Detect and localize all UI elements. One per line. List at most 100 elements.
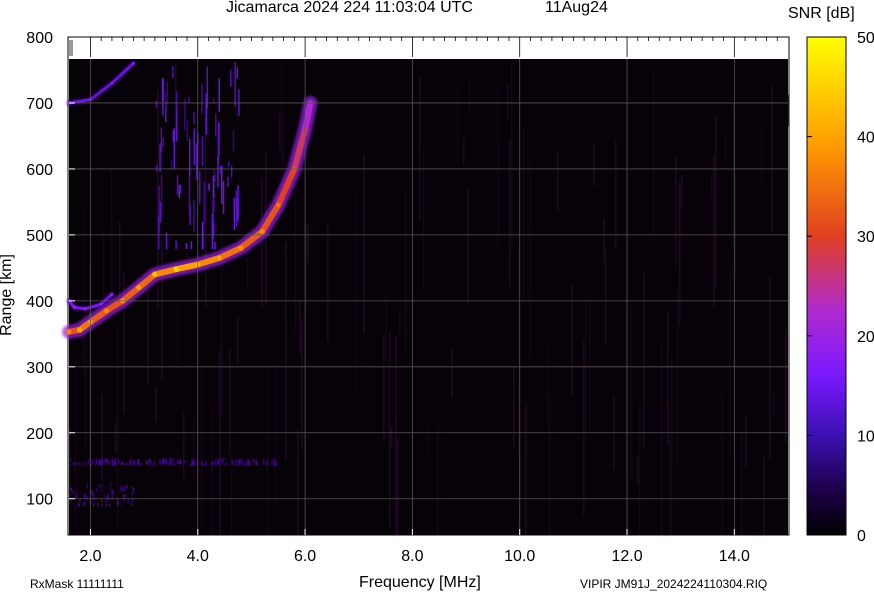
- noise-stripe: [713, 154, 715, 309]
- noise-stripe: [463, 138, 465, 165]
- diffuse-echo-mark: [98, 484, 101, 487]
- echo-trace-point: [66, 329, 72, 335]
- ionogram-chart: 2.0 4.0 6.0 8.0 10.0 12.0 14.0 100200300400500…: [26, 30, 874, 565]
- diffuse-echo-mark: [158, 217, 160, 250]
- noise-stripe: [677, 286, 679, 463]
- colorbar-tick-label: 50: [857, 30, 874, 47]
- noise-stripe: [773, 392, 775, 417]
- diffuse-echo-mark: [97, 459, 99, 463]
- noise-stripe: [451, 346, 453, 398]
- noise-stripe: [405, 191, 407, 355]
- x-tick-label: 10.0: [504, 548, 535, 565]
- colorbar: [806, 36, 847, 536]
- noise-stripe: [297, 429, 299, 535]
- diffuse-echo-mark: [232, 130, 235, 152]
- diffuse-echo-mark: [131, 497, 134, 502]
- diffuse-echo-mark: [75, 492, 78, 498]
- noise-stripe: [237, 317, 239, 365]
- diffuse-echo-mark: [117, 459, 120, 464]
- diffuse-echo-mark: [227, 176, 229, 188]
- echo-trace-point: [110, 292, 114, 296]
- noise-stripe: [509, 139, 511, 288]
- noise-stripe: [75, 359, 77, 531]
- noise-stripe: [735, 174, 737, 276]
- diffuse-echo-mark: [78, 504, 80, 507]
- noise-stripe: [383, 333, 385, 441]
- diffuse-echo-mark: [101, 483, 103, 488]
- noise-stripe: [267, 368, 269, 535]
- y-tick-label: 800: [26, 30, 53, 47]
- noise-stripe: [631, 308, 633, 476]
- diffuse-echo-mark: [72, 491, 75, 494]
- echo-trace-point: [83, 307, 87, 311]
- noise-stripe: [763, 457, 765, 535]
- diffuse-echo-mark: [86, 463, 88, 466]
- echo-trace-point: [77, 327, 83, 333]
- noise-stripe: [603, 218, 605, 264]
- diffuse-echo-mark: [237, 185, 239, 221]
- diffuse-echo-mark: [172, 66, 174, 79]
- noise-stripe: [437, 426, 439, 535]
- diffuse-echo-mark: [126, 462, 128, 466]
- diffuse-echo-mark: [109, 482, 112, 487]
- noise-stripe: [745, 414, 747, 467]
- diffuse-echo-mark: [273, 460, 275, 464]
- diffuse-echo-mark: [230, 69, 232, 87]
- diffuse-echo-mark: [126, 485, 128, 489]
- noise-stripe: [69, 427, 71, 506]
- diffuse-echo-mark: [73, 461, 75, 466]
- noise-stripe: [511, 59, 513, 247]
- colorbar-tick-label: 10: [857, 428, 874, 445]
- diffuse-echo-mark: [160, 127, 163, 153]
- diffuse-echo-mark: [70, 458, 72, 462]
- diffuse-echo-mark: [218, 78, 220, 112]
- noise-stripe: [231, 453, 233, 535]
- noise-stripe: [397, 437, 399, 535]
- noise-stripe: [119, 221, 121, 298]
- diffuse-echo-mark: [91, 491, 94, 497]
- noise-stripe: [201, 366, 203, 527]
- diffuse-echo-mark: [169, 458, 172, 461]
- diffuse-echo-mark: [83, 493, 86, 499]
- y-tick-label: 100: [26, 492, 53, 509]
- diffuse-echo-mark: [91, 498, 94, 503]
- noise-stripe: [593, 142, 595, 187]
- diffuse-echo-mark: [184, 459, 187, 463]
- diffuse-echo-mark: [179, 184, 182, 194]
- diffuse-echo-mark: [109, 460, 111, 466]
- diffuse-echo-mark: [169, 463, 172, 466]
- diffuse-echo-mark: [235, 459, 237, 464]
- diffuse-echo-mark: [84, 461, 87, 465]
- colorbar-tick-label: 20: [857, 329, 874, 346]
- diffuse-echo-mark: [163, 462, 165, 466]
- diffuse-echo-mark: [105, 504, 108, 507]
- diffuse-echo-mark: [162, 78, 164, 102]
- x-tick-label: 6.0: [294, 548, 316, 565]
- diffuse-echo-mark: [200, 460, 202, 464]
- diffuse-echo-mark: [271, 460, 273, 465]
- diffuse-echo-mark: [164, 458, 167, 464]
- diffuse-echo-mark: [222, 458, 224, 463]
- diffuse-echo-mark: [199, 171, 201, 204]
- diffuse-echo-mark: [137, 461, 139, 466]
- diffuse-echo-mark: [124, 494, 127, 498]
- diffuse-echo-mark: [238, 88, 240, 116]
- diffuse-echo-mark: [69, 494, 71, 497]
- noise-stripe: [661, 341, 663, 535]
- noise-stripe: [715, 115, 717, 288]
- diffuse-echo-mark: [219, 461, 222, 465]
- diffuse-echo-mark: [110, 488, 112, 495]
- noise-stripe: [547, 343, 549, 429]
- diffuse-echo-mark: [98, 460, 101, 466]
- diffuse-echo-mark: [155, 100, 158, 109]
- diffuse-echo-mark: [190, 241, 193, 250]
- diffuse-echo-mark: [208, 183, 210, 191]
- noise-stripe: [147, 293, 149, 384]
- diffuse-echo-mark: [175, 91, 178, 112]
- diffuse-echo-mark: [153, 463, 156, 466]
- diffuse-echo-mark: [170, 159, 173, 170]
- diffuse-echo-mark: [237, 458, 240, 462]
- diffuse-echo-mark: [112, 460, 115, 466]
- diffuse-echo-mark: [179, 459, 182, 465]
- diffuse-echo-mark: [173, 128, 175, 170]
